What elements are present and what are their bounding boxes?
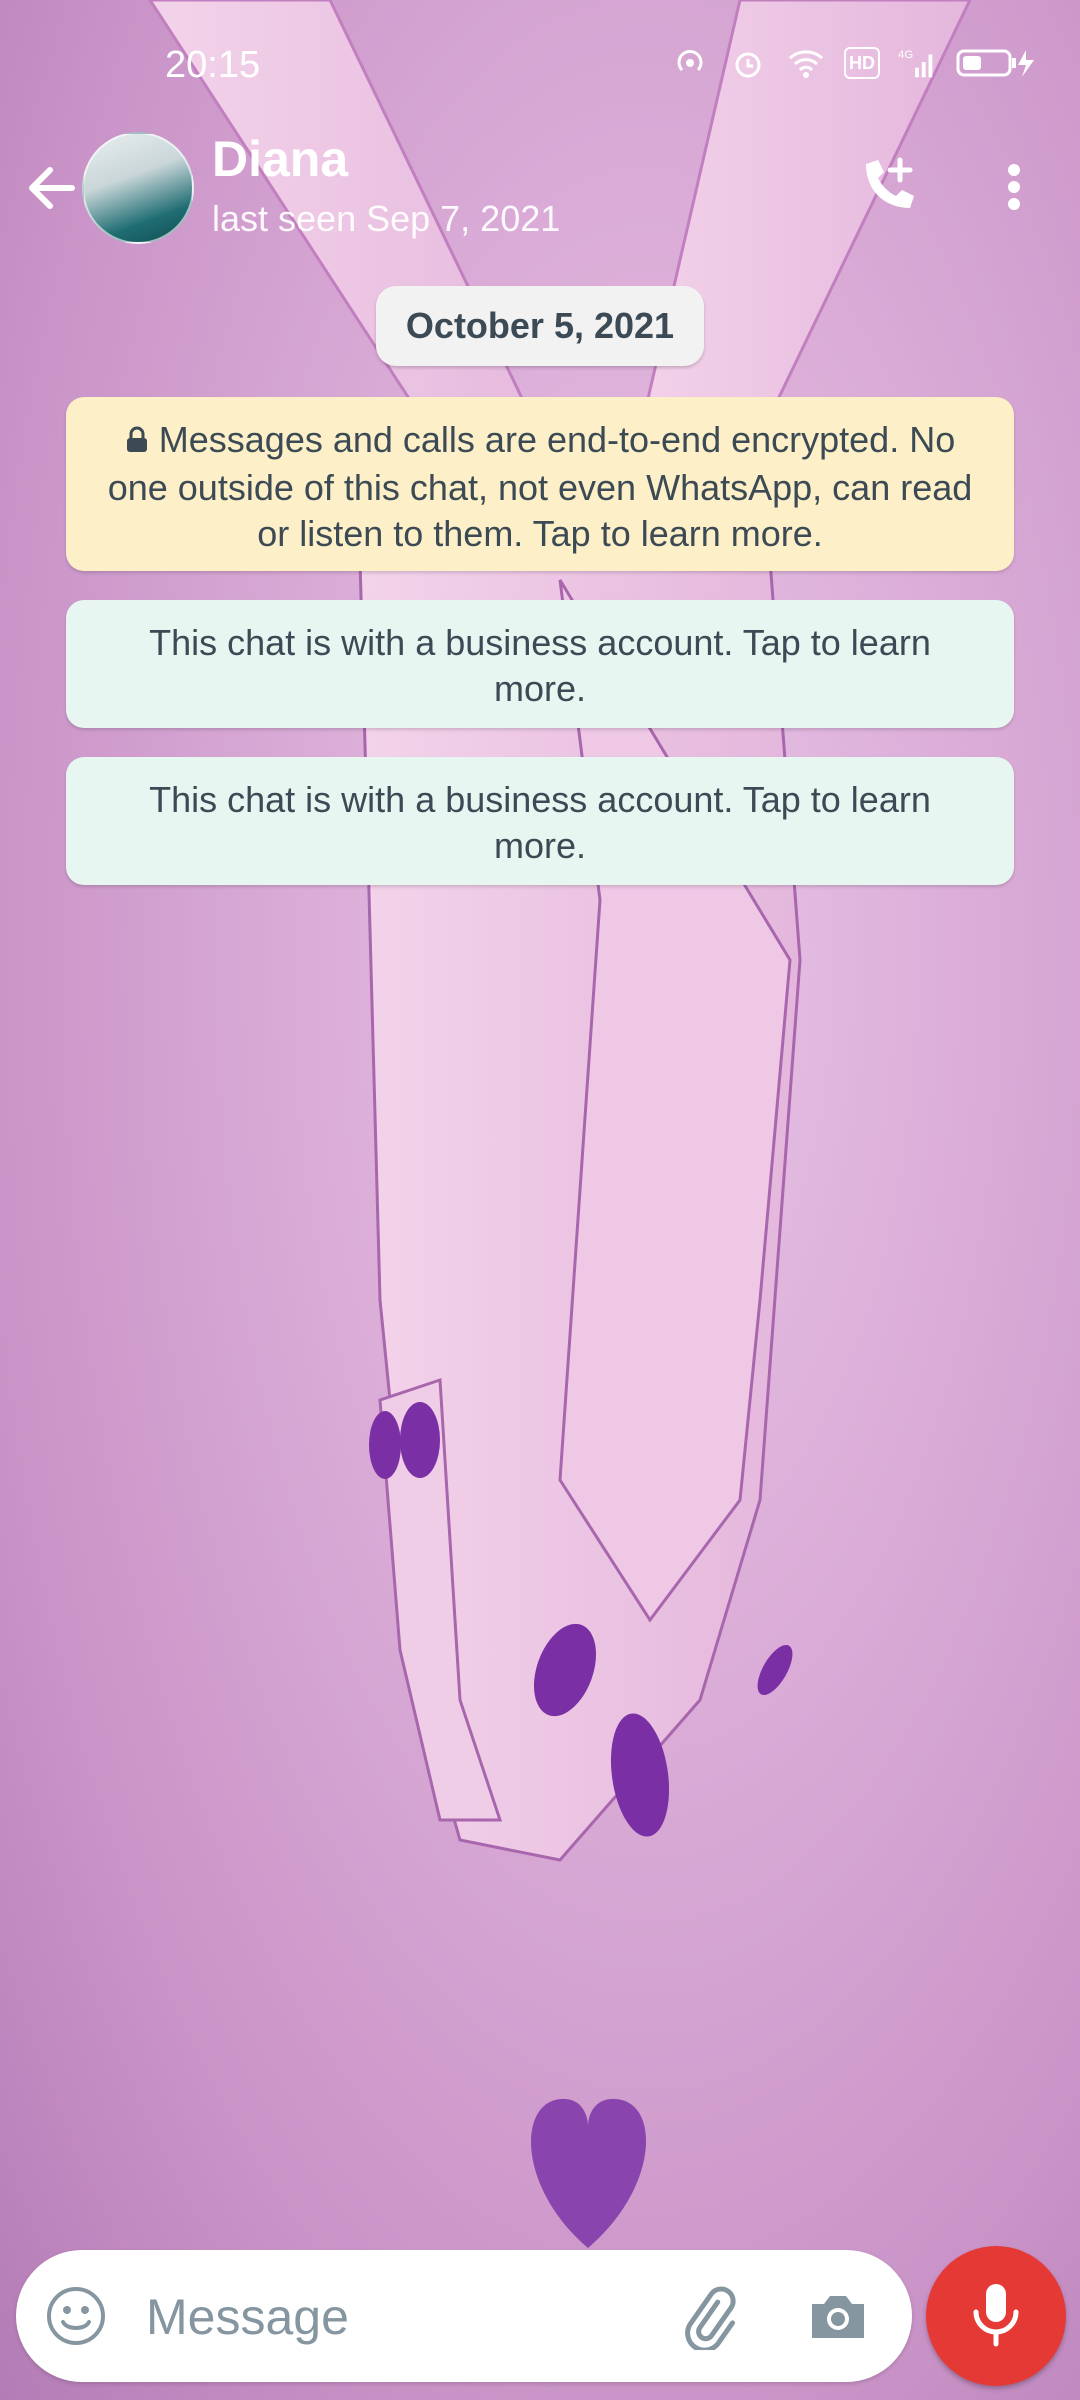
hd-icon: HD [844, 47, 880, 79]
svg-text:4G: 4G [898, 49, 913, 61]
lock-icon [125, 419, 149, 465]
more-vert-icon[interactable] [990, 150, 1038, 222]
encryption-notice[interactable]: Messages and calls are end-to-end encryp… [66, 397, 1014, 571]
signal-4g-icon: 4G [898, 44, 938, 82]
avatar[interactable] [82, 132, 194, 244]
camera-icon[interactable] [804, 2282, 872, 2350]
back-arrow-icon[interactable] [20, 156, 84, 220]
hotspot-icon [670, 44, 710, 82]
attach-icon[interactable] [674, 2282, 742, 2353]
date-chip: October 5, 2021 [376, 286, 704, 366]
message-composer [16, 2250, 912, 2382]
alarm-icon [728, 44, 768, 82]
last-seen-status[interactable]: last seen Sep 7, 2021 [212, 198, 560, 240]
business-notice[interactable]: This chat is with a business account. Ta… [66, 757, 1014, 885]
battery-charging-icon [956, 44, 1040, 82]
encryption-notice-text: Messages and calls are end-to-end encryp… [107, 419, 973, 555]
emoji-icon[interactable] [44, 2284, 108, 2348]
mic-button[interactable] [926, 2246, 1066, 2386]
business-notice-text: This chat is with a business account. Ta… [149, 622, 931, 709]
add-call-icon[interactable] [852, 150, 924, 222]
wallpaper-heart [531, 2098, 647, 2248]
business-notice[interactable]: This chat is with a business account. Ta… [66, 600, 1014, 728]
contact-name[interactable]: Diana [212, 130, 348, 188]
wallpaper-hands [358, 558, 802, 1862]
wifi-icon [786, 44, 826, 82]
status-icons: HD 4G [670, 44, 1040, 82]
status-time: 20:15 [165, 44, 261, 86]
mic-icon [964, 2278, 1028, 2355]
status-bar: 20:15 HD 4G [0, 0, 1080, 130]
message-input[interactable] [144, 2274, 648, 2360]
business-notice-text: This chat is with a business account. Ta… [149, 779, 931, 866]
chat-header: Diana last seen Sep 7, 2021 [0, 130, 1080, 246]
